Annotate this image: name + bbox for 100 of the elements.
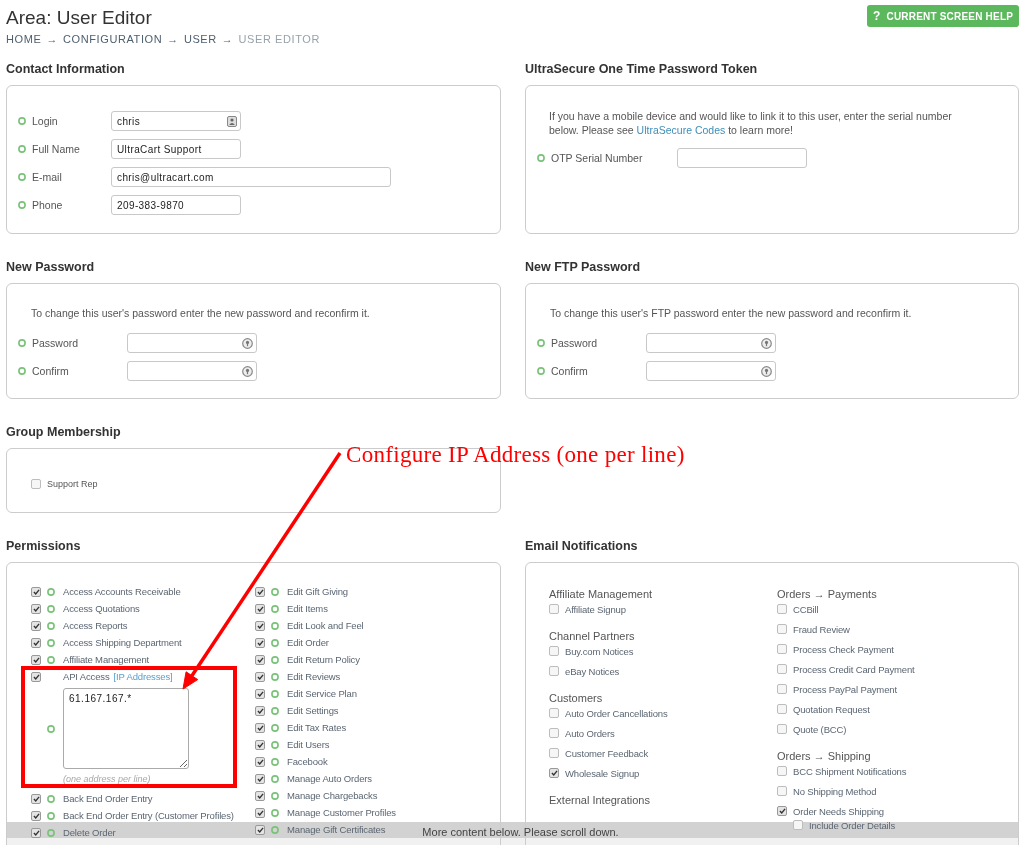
checkmark-icon: [32, 656, 40, 663]
checkmark-icon: [32, 622, 40, 629]
permission-label: Edit Reviews: [287, 671, 341, 682]
section-title: New Password: [6, 259, 96, 275]
checkbox[interactable]: [255, 620, 265, 631]
email-field[interactable]: chris@ultracart.com: [111, 167, 391, 187]
notification-label: eBay Notices: [565, 665, 620, 677]
checkmark-icon: [32, 588, 40, 595]
keyhole-icon: [242, 365, 253, 377]
password-field[interactable]: [646, 361, 776, 381]
breadcrumb-item[interactable]: CONFIGURATION: [63, 31, 163, 47]
notification-label: Include Order Details: [809, 819, 896, 831]
breadcrumb-separator: →: [46, 32, 58, 47]
field-label: Phone: [32, 199, 63, 211]
group-heading: Channel Partners: [549, 630, 636, 642]
checkmark-icon: [256, 639, 264, 646]
group-heading: Affiliate Management: [549, 588, 654, 600]
password-field[interactable]: [127, 361, 257, 381]
notification-label: Quote (BCC): [793, 723, 847, 735]
checkbox[interactable]: [255, 705, 265, 716]
permission-label: Edit Tax Rates: [287, 722, 346, 733]
ftp-password-instructions: To change this user's FTP password enter the new password and reconfirm it.: [550, 306, 913, 320]
checkmark-icon: [256, 775, 264, 782]
section-title: Permissions: [6, 538, 82, 554]
breadcrumb-item[interactable]: USER: [183, 31, 217, 47]
notification-label: Process Credit Card Payment: [793, 663, 915, 675]
question-mark-icon: ?: [872, 10, 881, 22]
section-title: UltraSecure One Time Password Token: [525, 61, 759, 77]
checkbox[interactable]: [31, 603, 41, 614]
text-field[interactable]: UltraCart Support: [111, 139, 241, 159]
password-field[interactable]: [127, 333, 257, 353]
permission-label: Edit Settings: [287, 705, 339, 716]
checkbox[interactable]: [255, 671, 265, 682]
checkbox[interactable]: [31, 586, 41, 597]
checkbox[interactable]: [255, 654, 265, 665]
checkbox[interactable]: [255, 807, 265, 818]
checkbox[interactable]: [31, 671, 41, 682]
checkbox[interactable]: [31, 479, 41, 489]
checkbox[interactable]: [31, 654, 41, 665]
checkbox[interactable]: [255, 790, 265, 801]
checkbox[interactable]: [549, 646, 559, 656]
checkbox[interactable]: [777, 644, 787, 654]
permission-label: Edit Return Policy: [287, 654, 360, 665]
checkmark-icon: [256, 656, 264, 663]
checkbox[interactable]: [31, 620, 41, 631]
checkbox[interactable]: [777, 604, 787, 614]
checkmark-icon: [32, 673, 40, 680]
checkbox[interactable]: [777, 664, 787, 674]
ip-address-field[interactable]: 61.167.167.*: [63, 688, 189, 769]
checkbox[interactable]: [777, 806, 787, 816]
permission-label: Back End Order Entry (Customer Profiles): [63, 810, 234, 821]
checkbox[interactable]: [777, 786, 787, 796]
breadcrumb-item: USER EDITOR: [238, 32, 321, 47]
checkbox[interactable]: [777, 624, 787, 634]
checkbox[interactable]: [549, 708, 559, 718]
checkbox[interactable]: [255, 688, 265, 699]
notification-label: CCBill: [793, 603, 819, 615]
group-label: Support Rep: [47, 479, 98, 489]
checkbox[interactable]: [255, 756, 265, 767]
checkbox[interactable]: [31, 637, 41, 648]
checkbox[interactable]: [549, 768, 559, 778]
checkbox[interactable]: [255, 739, 265, 750]
breadcrumb-item[interactable]: HOME: [6, 31, 42, 47]
permission-label: Edit Gift Giving: [287, 586, 348, 597]
checkbox[interactable]: [549, 728, 559, 738]
checkmark-icon: [32, 795, 40, 802]
text-field[interactable]: 209-383-9870: [111, 195, 241, 215]
checkbox[interactable]: [549, 748, 559, 758]
ring-icon: [18, 173, 26, 181]
checkbox[interactable]: [549, 604, 559, 614]
keyhole-icon: [761, 365, 772, 377]
field-hint: (one address per line): [63, 773, 152, 785]
text-field[interactable]: [677, 148, 807, 168]
checkbox[interactable]: [255, 586, 265, 597]
scroll-notice: More content below. Please scroll down.: [421, 825, 619, 840]
checkbox[interactable]: [777, 766, 787, 776]
checkbox[interactable]: [31, 793, 41, 804]
field-label: Confirm: [551, 365, 588, 377]
permission-label: API Access: [63, 671, 110, 682]
checkbox[interactable]: [255, 773, 265, 784]
person-card-icon: [227, 115, 237, 127]
checkmark-icon: [256, 622, 264, 629]
codes-link[interactable]: UltraSecure Codes: [636, 124, 726, 136]
checkbox[interactable]: [777, 684, 787, 694]
checkbox[interactable]: [255, 603, 265, 614]
password-instructions: To change this user's password enter the new password and reconfirm it.: [31, 306, 371, 320]
checkmark-icon: [256, 588, 264, 595]
password-field[interactable]: [646, 333, 776, 353]
section-title: Contact Information: [6, 61, 126, 77]
permission-label: Access Shipping Department: [63, 637, 182, 648]
checkmark-icon: [256, 690, 264, 697]
section-title: Group Membership: [6, 424, 122, 440]
checkmark-icon: [256, 741, 264, 748]
checkbox[interactable]: [255, 722, 265, 733]
checkbox[interactable]: [777, 704, 787, 714]
login-field[interactable]: chris: [111, 111, 241, 131]
checkbox[interactable]: [31, 810, 41, 821]
checkbox[interactable]: [255, 637, 265, 648]
checkbox[interactable]: [549, 666, 559, 676]
checkbox[interactable]: [777, 724, 787, 734]
